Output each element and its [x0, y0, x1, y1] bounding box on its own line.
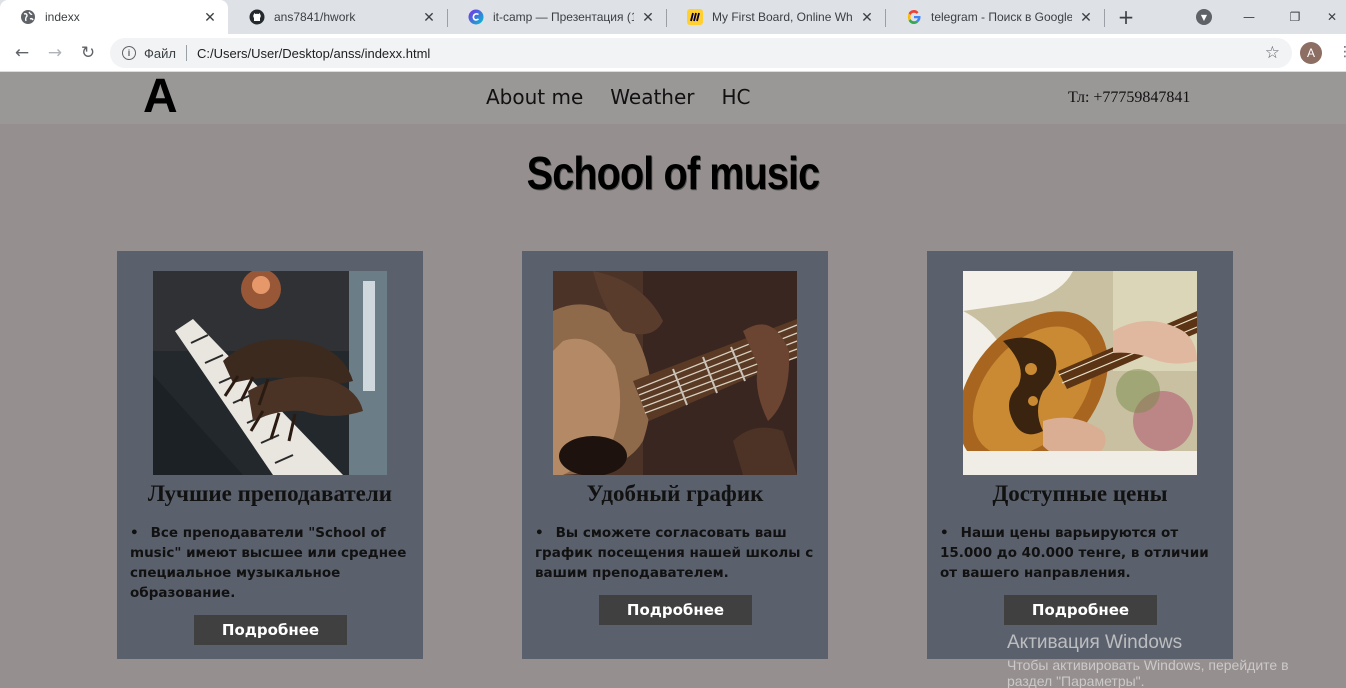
site-nav: About me Weather HC — [486, 85, 751, 109]
forward-icon[interactable]: → — [43, 41, 67, 65]
page-title: School of music — [526, 147, 820, 199]
feature-card: Доступные цены Наши цены варьируются от … — [927, 251, 1233, 659]
minimize-icon[interactable]: — — [1226, 0, 1272, 34]
canva-icon — [468, 9, 484, 25]
more-button[interactable]: Подробнее — [599, 595, 752, 625]
more-button[interactable]: Подробнее — [1004, 595, 1157, 625]
browser-toolbar: ← → ↻ i Файл C:/Users/User/Desktop/anss/… — [0, 34, 1346, 72]
file-label: Файл — [144, 45, 176, 61]
back-icon[interactable]: ← — [10, 41, 34, 65]
restore-icon[interactable]: ❐ — [1272, 0, 1318, 34]
card-text-list: Наши цены варьируются от 15.000 до 40.00… — [940, 523, 1220, 583]
avatar[interactable]: A — [1300, 42, 1322, 64]
card-text-list: Все преподаватели "School of music" имею… — [130, 523, 410, 603]
card-text: Наши цены варьируются от 15.000 до 40.00… — [940, 523, 1220, 583]
card-heading: Доступные цены — [992, 481, 1168, 506]
close-tab-icon[interactable]: ✕ — [1078, 9, 1094, 25]
close-tab-icon[interactable]: ✕ — [421, 9, 437, 25]
reload-icon[interactable]: ↻ — [76, 41, 100, 65]
bookmark-star-icon[interactable]: ☆ — [1265, 43, 1280, 63]
menu-dots-icon[interactable]: ⋮ — [1338, 44, 1346, 64]
tab-google-search[interactable]: telegram - Поиск в Google ✕ — [886, 0, 1104, 34]
tab-it-camp[interactable]: it-camp — Презентация (16 ✕ — [448, 0, 666, 34]
close-tab-icon[interactable]: ✕ — [640, 9, 656, 25]
feature-card: Удобный график Вы сможете согласовать ва… — [522, 251, 828, 659]
more-button[interactable]: Подробнее — [194, 615, 347, 645]
card-heading: Лучшие преподаватели — [147, 481, 393, 506]
new-tab-icon[interactable]: + — [1114, 5, 1138, 29]
card-text: Вы сможете согласовать ваш график посеще… — [535, 523, 815, 583]
piano-photo — [153, 271, 387, 475]
google-icon — [906, 9, 922, 25]
tab-separator — [1104, 9, 1105, 27]
github-icon — [249, 9, 265, 25]
omnibox-separator — [185, 45, 187, 61]
card-text-list: Вы сможете согласовать ваш график посеще… — [535, 523, 815, 583]
nav-link-weather[interactable]: Weather — [610, 85, 694, 109]
windows-activation-watermark: Активация Windows Чтобы активировать Win… — [1007, 632, 1289, 688]
tab-indexx[interactable]: indexx ✕ — [0, 0, 228, 34]
card-heading: Удобный график — [586, 481, 764, 506]
phone-number: Тл: +77759847841 — [1068, 89, 1191, 106]
url-text[interactable]: C:/Users/User/Desktop/anss/indexx.html — [197, 46, 430, 61]
tab-github[interactable]: ans7841/hwork ✕ — [229, 0, 447, 34]
close-tab-icon[interactable]: ✕ — [202, 9, 218, 25]
address-bar[interactable]: i Файл C:/Users/User/Desktop/anss/indexx… — [110, 38, 1292, 68]
dombra-photo — [963, 271, 1197, 475]
site-logo[interactable]: A — [143, 73, 178, 121]
watermark-line: раздел "Параметры". — [1007, 673, 1145, 688]
globe-icon — [20, 9, 36, 25]
browser-tab-bar: indexx ✕ ans7841/hwork ✕ it-camp — Презе… — [0, 0, 1346, 34]
info-icon[interactable]: i — [122, 46, 136, 60]
nav-link-about[interactable]: About me — [486, 85, 583, 109]
miro-icon — [687, 9, 703, 25]
tab-search-icon[interactable]: ▼ — [1196, 9, 1212, 25]
close-tab-icon[interactable]: ✕ — [859, 9, 875, 25]
tab-miro[interactable]: My First Board, Online White ✕ — [667, 0, 885, 34]
feature-card: Лучшие преподаватели Все преподаватели "… — [117, 251, 423, 659]
card-text: Все преподаватели "School of music" имею… — [130, 523, 410, 603]
watermark-line: Чтобы активировать Windows, перейдите в — [1007, 657, 1289, 673]
close-window-icon[interactable]: ✕ — [1318, 0, 1346, 34]
guitar-photo — [553, 271, 797, 475]
nav-link-hc[interactable]: HC — [722, 85, 751, 109]
watermark-title: Активация Windows — [1007, 632, 1183, 653]
